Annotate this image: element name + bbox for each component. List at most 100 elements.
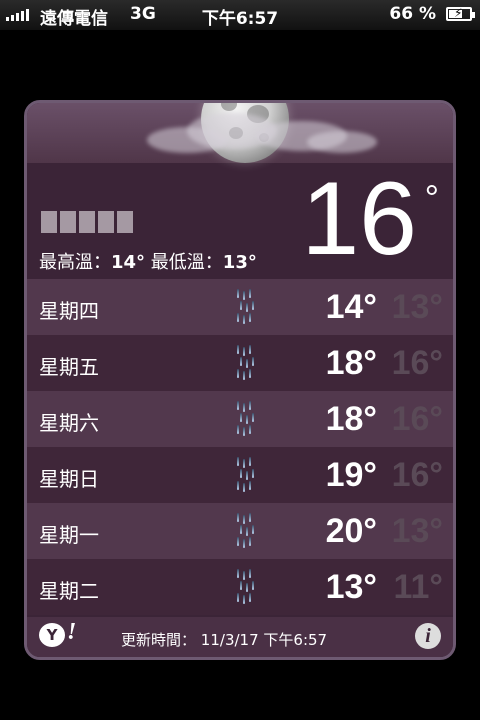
rain-icon — [235, 401, 257, 437]
raindrop — [240, 469, 242, 478]
status-bar: 遠傳電信 3G 下午6:57 66 % ⚡ — [0, 0, 480, 30]
forecast-high: 14° — [325, 288, 377, 326]
raindrop — [237, 313, 239, 322]
raindrop — [240, 525, 242, 534]
forecast-row: 星期二 13° 11° — [27, 559, 453, 615]
forecast-high: 18° — [325, 344, 377, 382]
raindrop — [243, 459, 245, 468]
forecast-high: 13° — [325, 568, 377, 606]
raindrop — [246, 583, 248, 592]
forecast-day: 星期日 — [39, 467, 99, 491]
high-value: 14° — [111, 252, 146, 273]
cloud-icon — [147, 111, 377, 157]
raindrop — [249, 369, 251, 378]
raindrop — [249, 513, 251, 522]
forecast-day: 星期四 — [39, 299, 99, 323]
raindrop — [243, 427, 245, 436]
raindrop — [249, 481, 251, 490]
raindrop — [243, 315, 245, 324]
high-label: 最高溫： — [39, 252, 111, 273]
raindrop — [243, 595, 245, 604]
rain-icon — [235, 345, 257, 381]
current-temperature: 16 — [301, 161, 417, 277]
raindrop — [237, 537, 239, 546]
forecast-row: 星期一 20° 13° — [27, 503, 453, 559]
raindrop — [237, 401, 239, 410]
raindrop — [252, 469, 254, 478]
raindrop — [240, 301, 242, 310]
raindrop — [243, 347, 245, 356]
updated-time: 下午6:57 — [263, 631, 328, 649]
forecast-high: 19° — [325, 456, 377, 494]
forecast-high: 20° — [325, 512, 377, 550]
forecast-low: 11° — [393, 568, 443, 606]
forecast-list: 星期四 14° 13° 星期五 18° 16° 星期六 18° 16° 星期日 … — [27, 279, 453, 615]
battery-percent: 66 % — [389, 4, 436, 24]
battery-icon: ⚡ — [446, 6, 475, 21]
raindrop — [237, 457, 239, 466]
forecast-row: 星期五 18° 16° — [27, 335, 453, 391]
raindrop — [249, 593, 251, 602]
raindrop — [243, 571, 245, 580]
yahoo-logo-icon[interactable]: Y — [39, 623, 65, 647]
raindrop — [249, 401, 251, 410]
raindrop — [243, 371, 245, 380]
raindrop — [243, 539, 245, 548]
forecast-low: 13° — [391, 288, 443, 326]
card-footer: Y ! 更新時間： 11/3/17 下午6:57 i — [27, 617, 453, 657]
raindrop — [237, 425, 239, 434]
raindrop — [249, 345, 251, 354]
forecast-row: 星期六 18° 16° — [27, 391, 453, 447]
raindrop — [252, 525, 254, 534]
updated-label: 更新時間： — [121, 631, 197, 649]
updated-date: 11/3/17 — [200, 631, 259, 649]
rain-icon — [235, 513, 257, 549]
forecast-row: 星期四 14° 13° — [27, 279, 453, 335]
raindrop — [246, 415, 248, 424]
raindrop — [249, 457, 251, 466]
rain-icon — [235, 569, 257, 605]
high-low-summary: 最高溫：14° 最低溫：13° — [39, 248, 257, 274]
raindrop — [246, 303, 248, 312]
raindrop — [252, 581, 254, 590]
forecast-low: 16° — [391, 400, 443, 438]
raindrop — [252, 413, 254, 422]
forecast-day: 星期五 — [39, 355, 99, 379]
updated-timestamp: 更新時間： 11/3/17 下午6:57 — [121, 629, 327, 650]
raindrop — [246, 527, 248, 536]
raindrop — [237, 593, 239, 602]
raindrop — [243, 483, 245, 492]
raindrop — [249, 425, 251, 434]
forecast-high: 18° — [325, 400, 377, 438]
forecast-day: 星期六 — [39, 411, 99, 435]
forecast-low: 16° — [391, 344, 443, 382]
city-name-redacted — [41, 211, 133, 233]
raindrop — [243, 403, 245, 412]
low-value: 13° — [222, 252, 257, 273]
raindrop — [249, 313, 251, 322]
raindrop — [243, 515, 245, 524]
raindrop — [246, 359, 248, 368]
raindrop — [246, 471, 248, 480]
rain-icon — [235, 457, 257, 493]
yahoo-logo-bang: ! — [67, 619, 77, 645]
raindrop — [240, 413, 242, 422]
degree-symbol: ° — [424, 177, 439, 218]
raindrop — [240, 581, 242, 590]
forecast-low: 16° — [391, 456, 443, 494]
raindrop — [237, 481, 239, 490]
forecast-row: 星期日 19° 16° — [27, 447, 453, 503]
forecast-day: 星期二 — [39, 579, 99, 603]
raindrop — [237, 569, 239, 578]
forecast-low: 13° — [391, 512, 443, 550]
raindrop — [240, 357, 242, 366]
raindrop — [249, 289, 251, 298]
low-label: 最低溫： — [150, 252, 223, 273]
weather-card[interactable]: 16 ° 最高溫：14° 最低溫：13° 星期四 14° 13° 星期五 18°… — [24, 100, 456, 660]
raindrop — [252, 301, 254, 310]
info-icon[interactable]: i — [415, 623, 441, 649]
raindrop — [249, 537, 251, 546]
raindrop — [243, 291, 245, 300]
raindrop — [252, 357, 254, 366]
raindrop — [237, 345, 239, 354]
